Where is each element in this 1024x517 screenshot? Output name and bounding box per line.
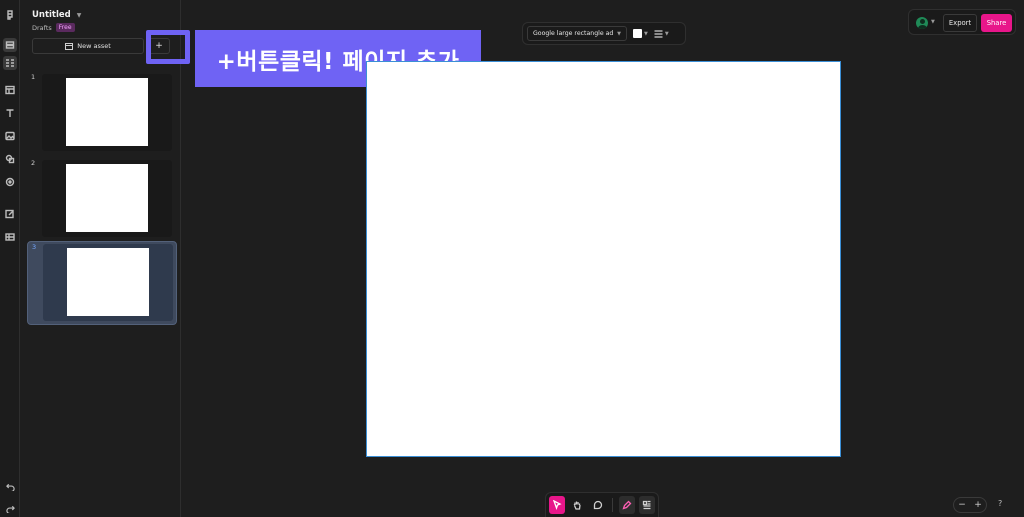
- file-title-text: Untitled: [32, 10, 71, 20]
- thumbnail-paper: [66, 78, 148, 146]
- template-icon[interactable]: [3, 83, 17, 97]
- chevron-down-icon: ▼: [664, 30, 669, 37]
- table-icon[interactable]: [3, 230, 17, 244]
- export-button[interactable]: Export: [943, 14, 977, 32]
- record-icon[interactable]: [3, 175, 17, 189]
- zoom-in-button[interactable]: +: [974, 500, 982, 510]
- thumbnail-paper: [67, 248, 149, 316]
- zoom-control: − +: [953, 497, 987, 513]
- asset-icon: [65, 42, 74, 50]
- top-right-actions: ▼ Export Share: [908, 9, 1016, 35]
- thumbnail-frame: [42, 160, 172, 237]
- page-thumbnail-3[interactable]: 3: [27, 241, 177, 325]
- bottom-toolbar: [545, 492, 659, 517]
- file-title[interactable]: Untitled ▼: [32, 10, 81, 20]
- undo-icon[interactable]: [3, 481, 17, 493]
- chevron-down-icon: ▼: [644, 30, 648, 37]
- pages-panel: Untitled ▼ Drafts Free New asset + 1 2 3: [21, 0, 181, 517]
- chevron-down-icon: ▼: [76, 11, 82, 19]
- grid-tool[interactable]: [638, 496, 655, 514]
- comment-tool[interactable]: [589, 496, 605, 514]
- thumbnail-paper: [66, 164, 148, 232]
- share-button[interactable]: Share: [981, 14, 1012, 32]
- size-preset-value: Google large rectangle ad: [533, 30, 614, 37]
- page-number: 3: [32, 243, 37, 251]
- comment-icon: [593, 500, 602, 510]
- redo-icon[interactable]: [3, 503, 17, 515]
- page-number: 1: [31, 73, 36, 81]
- logo-icon[interactable]: [3, 8, 17, 22]
- select-icon: [553, 500, 562, 510]
- callout-highlight-frame: [146, 30, 190, 64]
- pages-icon[interactable]: [3, 56, 17, 70]
- chevron-down-icon: ▼: [617, 30, 621, 37]
- new-asset-button[interactable]: New asset: [32, 38, 144, 54]
- thumbnail-frame: [43, 244, 173, 321]
- fill-color-button[interactable]: ▼: [633, 29, 648, 38]
- image-icon[interactable]: [3, 129, 17, 143]
- color-swatch: [633, 29, 642, 38]
- text-icon[interactable]: [3, 106, 17, 120]
- hand-tool[interactable]: [569, 496, 585, 514]
- pen-icon: [622, 500, 632, 510]
- canvas-artboard[interactable]: [366, 61, 841, 457]
- hand-icon: [573, 501, 581, 510]
- toolbar-divider: [611, 498, 613, 512]
- plan-badge: Free: [55, 23, 75, 32]
- align-button[interactable]: ▼: [654, 29, 669, 38]
- canvas-toolbar: Google large rectangle ad ▼ ▼ ▼: [522, 22, 686, 45]
- zoom-out-button[interactable]: −: [958, 500, 966, 510]
- pen-tool[interactable]: [618, 496, 635, 514]
- edit-icon[interactable]: [3, 207, 17, 221]
- file-meta: Drafts Free: [32, 23, 75, 32]
- help-button[interactable]: ?: [998, 499, 1002, 508]
- select-tool[interactable]: [549, 496, 566, 514]
- thumbnail-frame: [42, 74, 172, 151]
- chevron-down-icon[interactable]: ▼: [931, 19, 935, 25]
- shapes-icon[interactable]: [3, 152, 17, 166]
- page-number: 2: [31, 159, 36, 167]
- grid-icon: [642, 500, 651, 510]
- page-thumbnail-1[interactable]: 1: [27, 72, 177, 156]
- avatar[interactable]: [916, 17, 928, 29]
- align-icon: [654, 29, 663, 38]
- page-thumbnail-2[interactable]: 2: [27, 158, 177, 242]
- file-location[interactable]: Drafts: [32, 24, 52, 32]
- new-asset-label: New asset: [77, 42, 111, 50]
- left-icon-rail: [0, 0, 20, 517]
- size-preset-select[interactable]: Google large rectangle ad ▼: [527, 26, 627, 41]
- layers-icon[interactable]: [3, 38, 17, 52]
